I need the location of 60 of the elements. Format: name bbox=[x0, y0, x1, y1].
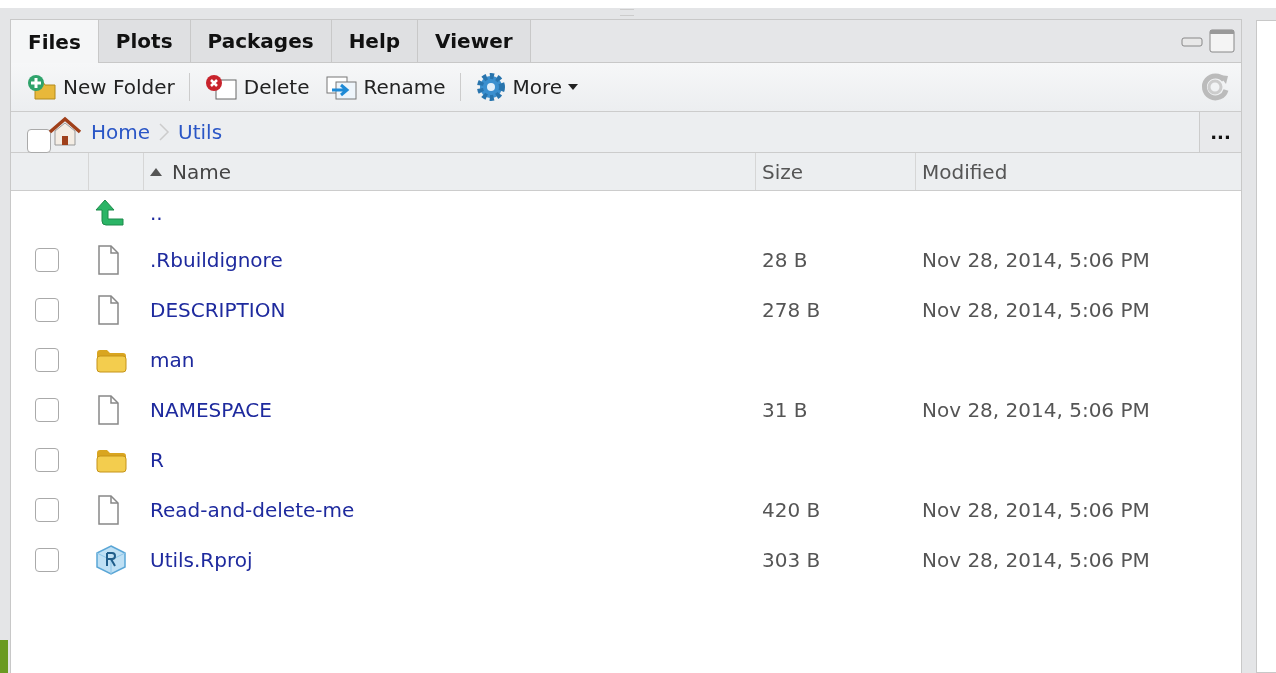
row-checkbox[interactable] bbox=[35, 298, 59, 322]
pane-tab[interactable]: Packages bbox=[190, 20, 332, 62]
row-checkbox[interactable] bbox=[35, 248, 59, 272]
select-all-checkbox[interactable] bbox=[27, 129, 51, 153]
file-link[interactable]: Utils.Rproj bbox=[150, 548, 253, 572]
window-edge bbox=[0, 640, 8, 673]
file-size: 28 B bbox=[762, 248, 808, 272]
sort-arrow-icon bbox=[150, 167, 162, 176]
file-icon bbox=[95, 495, 121, 525]
file-link[interactable]: NAMESPACE bbox=[150, 398, 272, 422]
row-checkbox[interactable] bbox=[35, 348, 59, 372]
toolbar-button[interactable]: Delete bbox=[197, 74, 316, 100]
toolbar-button[interactable]: New Folder bbox=[21, 74, 181, 100]
home-icon[interactable] bbox=[47, 116, 83, 148]
file-icon bbox=[95, 295, 121, 325]
file-link[interactable]: Read-and-delete-me bbox=[150, 498, 355, 522]
file-size: 420 B bbox=[762, 498, 821, 522]
row-checkbox[interactable] bbox=[35, 498, 59, 522]
row-checkbox[interactable] bbox=[35, 448, 59, 472]
file-size: 303 B bbox=[762, 548, 821, 572]
modified-date: Nov 28, 2014, 5:06 PM bbox=[922, 248, 1150, 272]
toolbar-button[interactable]: More bbox=[468, 72, 585, 102]
row-checkbox[interactable] bbox=[35, 548, 59, 572]
more-button[interactable]: ... bbox=[1199, 112, 1241, 152]
breadcrumb-link[interactable]: Home bbox=[91, 120, 151, 144]
file-link[interactable]: man bbox=[150, 348, 195, 372]
modified-date: Nov 28, 2014, 5:06 PM bbox=[922, 548, 1150, 572]
breadcrumb-link[interactable]: Utils bbox=[178, 120, 223, 144]
column-header[interactable]: Name bbox=[144, 153, 756, 190]
file-icon bbox=[95, 395, 121, 425]
up-arrow-icon[interactable] bbox=[95, 199, 125, 227]
caret-icon bbox=[568, 84, 579, 90]
file-link[interactable]: .. bbox=[150, 201, 163, 225]
pane-tab[interactable]: Viewer bbox=[418, 20, 531, 62]
file-icon bbox=[95, 245, 121, 275]
folder-icon bbox=[95, 447, 127, 473]
new-folder-icon bbox=[27, 74, 57, 100]
cube-icon bbox=[95, 545, 127, 575]
pane-tab[interactable]: Plots bbox=[98, 20, 191, 62]
rename-icon bbox=[325, 74, 358, 100]
column-header[interactable]: Size bbox=[756, 153, 916, 190]
file-link[interactable]: R bbox=[150, 448, 164, 472]
pane-tab[interactable]: Files bbox=[11, 20, 99, 63]
folder-icon bbox=[95, 347, 127, 373]
file-link[interactable]: .Rbuildignore bbox=[150, 248, 283, 272]
modified-date: Nov 28, 2014, 5:06 PM bbox=[922, 398, 1150, 422]
modified-date: Nov 28, 2014, 5:06 PM bbox=[922, 298, 1150, 322]
file-size: 31 B bbox=[762, 398, 808, 422]
maximize-icon[interactable] bbox=[1209, 29, 1235, 53]
gear-icon bbox=[474, 72, 507, 102]
file-size: 278 B bbox=[762, 298, 821, 322]
delete-icon bbox=[203, 74, 238, 100]
row-checkbox[interactable] bbox=[35, 398, 59, 422]
file-link[interactable]: DESCRIPTION bbox=[150, 298, 286, 322]
toolbar-button[interactable]: Rename bbox=[319, 74, 452, 100]
minimize-icon[interactable] bbox=[1181, 35, 1203, 47]
modified-date: Nov 28, 2014, 5:06 PM bbox=[922, 498, 1150, 522]
pane-tab[interactable]: Help bbox=[331, 20, 419, 62]
chevron-icon bbox=[158, 123, 171, 141]
column-header[interactable]: Modified bbox=[916, 153, 1241, 190]
